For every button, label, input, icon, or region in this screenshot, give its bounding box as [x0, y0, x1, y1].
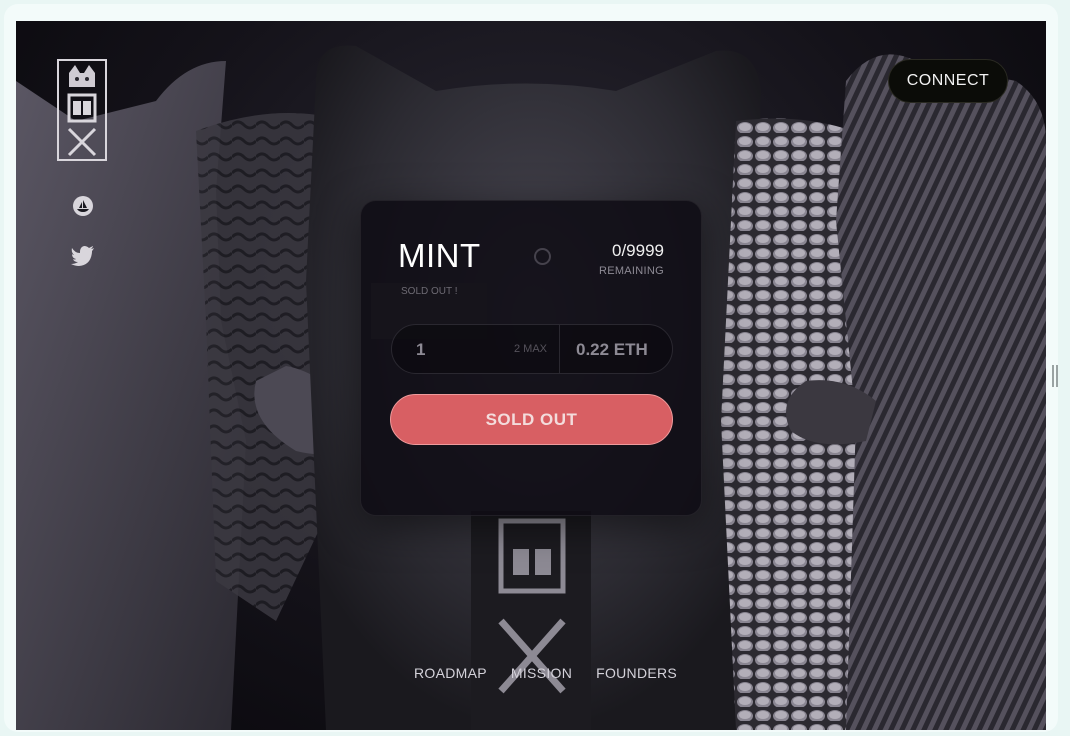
- connect-wallet-button[interactable]: CONNECT: [888, 59, 1008, 103]
- nav-link-roadmap[interactable]: ROADMAP: [414, 665, 487, 681]
- quantity-max-label: 2 MAX: [514, 343, 548, 355]
- opensea-icon[interactable]: [72, 195, 94, 217]
- twitter-icon[interactable]: [71, 244, 94, 266]
- supply-remaining-label: REMAINING: [598, 265, 664, 277]
- hero-section: CONNECT SOLD OUT ! MINT 0/9999 REMAINING…: [16, 21, 1046, 730]
- status-indicator-icon: [534, 248, 551, 265]
- mint-card: SOLD OUT ! MINT 0/9999 REMAINING 1 2 MAX…: [360, 200, 702, 516]
- sold-out-button[interactable]: SOLD OUT: [390, 394, 673, 445]
- mint-title: MINT: [398, 237, 481, 274]
- quantity-divider: [559, 325, 560, 373]
- xibe-logo-icon: [67, 65, 97, 157]
- supply-count: 0/9999: [612, 241, 664, 260]
- quantity-input[interactable]: 1: [416, 340, 425, 360]
- footer-nav: ROADMAP MISSION FOUNDERS: [414, 665, 677, 681]
- resize-handle[interactable]: [1052, 365, 1058, 387]
- brand-logo[interactable]: [57, 59, 107, 161]
- mint-price: 0.22 ETH: [576, 340, 648, 359]
- nav-link-founders[interactable]: FOUNDERS: [596, 665, 677, 681]
- nav-link-mission[interactable]: MISSION: [511, 665, 572, 681]
- quantity-selector: 1 2 MAX 0.22 ETH: [391, 324, 673, 374]
